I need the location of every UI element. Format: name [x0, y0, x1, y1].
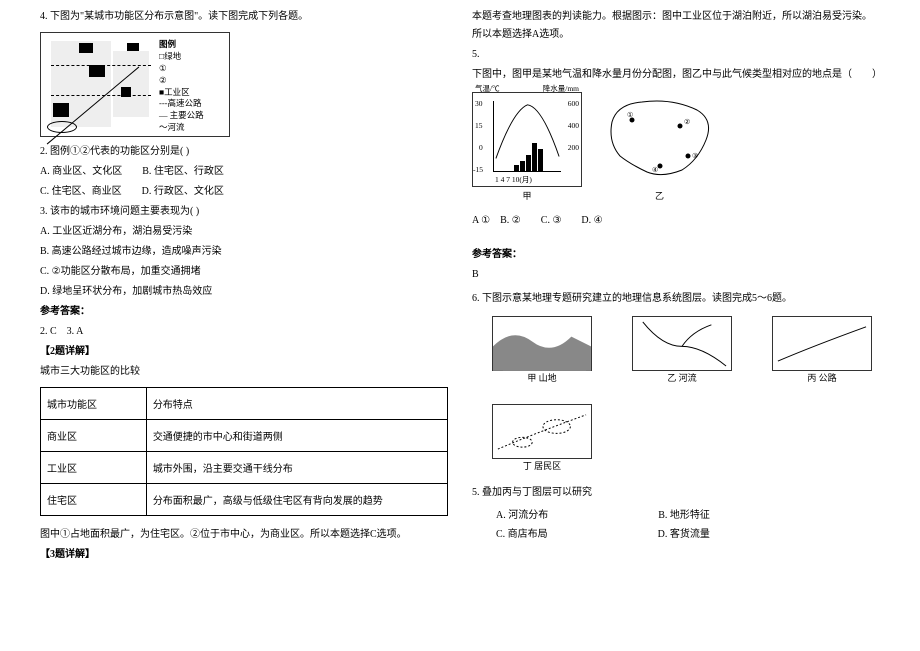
th-feature: 分布特点 [146, 388, 447, 420]
q5-options: A ① B. ② C. ③ D. ④ [472, 212, 880, 230]
q5-stem: 下图中，图甲是某地气温和降水量月份分配图，图乙中与此气候类型相对应的地点是（ ） [472, 66, 880, 84]
svg-text:①: ① [627, 111, 633, 119]
svg-text:②: ② [684, 118, 690, 126]
axis-temp: 气温/℃ [475, 83, 500, 94]
svg-text:④: ④ [652, 166, 658, 174]
legend-1: ① [159, 63, 223, 75]
legend-gsgl: ---高速公路 [159, 98, 223, 110]
q3-opt-a: A. 工业区近湖分布，湖泊易受污染 [40, 223, 448, 241]
exp3-title: 【3题详解】 [40, 546, 448, 564]
functional-zone-table: 城市功能区 分布特点 商业区 交通便捷的市中心和街道两侧 工业区 城市外围，沿主… [40, 387, 448, 516]
answer-5: B [472, 266, 880, 284]
svg-text:③: ③ [692, 152, 698, 160]
legend-gyq: ■工业区 [159, 87, 223, 99]
opt-d: D. 客货流量 [658, 525, 710, 540]
q3-opt-c: C. ②功能区分散布局，加重交通拥堵 [40, 263, 448, 281]
r2c2: 城市外围，沿主要交通干线分布 [146, 452, 447, 484]
answer-title-5: 参考答案： [472, 246, 880, 264]
exp2-intro: 城市三大功能区的比较 [40, 363, 448, 381]
months: 1 4 7 10(月) [495, 174, 532, 185]
legend-lvdi: □绿地 [159, 51, 223, 63]
answer-title: 参考答案： [40, 303, 448, 321]
china-map-yi: ① ② ③ ④ [602, 92, 717, 187]
r3c1: 住宅区 [41, 484, 147, 516]
r1c1: 商业区 [41, 420, 147, 452]
r600: 600 [568, 99, 579, 108]
r3c2: 分布面积最广，高级与低级住宅区有背向发展的趋势 [146, 484, 447, 516]
q5-num: 5. [472, 46, 880, 64]
legend: 图例 □绿地 ① ② ■工业区 ---高速公路 — 主要公路 ～河流 [157, 37, 225, 136]
layer-ding: 丁 居民区 [492, 404, 592, 472]
r1c2: 交通便捷的市中心和街道两侧 [146, 420, 447, 452]
layer-bing-label: 丙 公路 [807, 371, 836, 384]
climate-chart-jia: 气温/℃ 降水量/mm 30 15 0 -15 600 400 200 [472, 92, 582, 187]
temp-line [494, 101, 561, 168]
r200: 200 [568, 143, 579, 152]
legend-zygl: — 主要公路 [159, 110, 223, 122]
opt-c: C. 商店布局 [496, 525, 548, 540]
map-area [43, 35, 157, 134]
q2-stem: 2. 图例①②代表的功能区分别是( ) [40, 143, 448, 161]
r2c1: 工业区 [41, 452, 147, 484]
q2-opt-cd: C. 住宅区、商业区 D. 行政区、文化区 [40, 183, 448, 201]
layer-ding-label: 丁 居民区 [523, 459, 561, 472]
axis-rain: 降水量/mm [543, 83, 579, 94]
layer-jia-label: 甲 山地 [527, 371, 556, 384]
q3-opt-b: B. 高速公路经过城市边缘，造成噪声污染 [40, 243, 448, 261]
q6-stem: 6. 下图示意某地理专题研究建立的地理信息系统图层。读图完成5～6题。 [472, 290, 880, 308]
q3-opt-d: D. 绿地呈环状分布，加剧城市热岛效应 [40, 283, 448, 301]
th-zone: 城市功能区 [41, 388, 147, 420]
opt-b: B. 地形特征 [658, 506, 710, 521]
opt-a: A. 河流分布 [496, 506, 548, 521]
layer-jia: 甲 山地 [492, 316, 592, 384]
answer-23: 2. C 3. A [40, 323, 448, 341]
gis-layers: 甲 山地 乙 河流 丙 公路 丁 居民区 [492, 316, 880, 472]
caption-jia: 甲 [472, 189, 582, 202]
q2-opt-ab: A. 商业区、文化区 B. 住宅区、行政区 [40, 163, 448, 181]
q3-stem: 3. 该市的城市环境问题主要表现为( ) [40, 203, 448, 221]
layer-bing: 丙 公路 [772, 316, 872, 384]
t30: 30 [475, 99, 483, 108]
layer-yi-label: 乙 河流 [667, 371, 696, 384]
t0: 0 [479, 143, 483, 152]
layer-yi: 乙 河流 [632, 316, 732, 384]
exp2-title: 【2题详解】 [40, 343, 448, 361]
caption-yi: 乙 [602, 189, 717, 202]
q4-map-figure: 图例 □绿地 ① ② ■工业区 ---高速公路 — 主要公路 ～河流 [40, 32, 230, 137]
q6-sub: 5. 叠加丙与丁图层可以研究 [472, 484, 880, 502]
exp2-end: 图中①占地面积最广，为住宅区。②位于市中心，为商业区。所以本题选择C选项。 [40, 526, 448, 544]
q3-explanation: 本题考查地理图表的判读能力。根据图示：图中工业区位于湖泊附近，所以湖泊易受污染。… [472, 8, 880, 44]
r400: 400 [568, 121, 579, 130]
legend-title: 图例 [159, 39, 223, 51]
legend-hl: ～河流 [159, 122, 223, 134]
q4-intro: 4. 下图为"某城市功能区分布示意图"。读下图完成下列各题。 [40, 8, 448, 26]
climate-figure: 气温/℃ 降水量/mm 30 15 0 -15 600 400 200 [472, 92, 880, 202]
legend-2: ② [159, 75, 223, 87]
t15: 15 [475, 121, 483, 130]
tm15: -15 [473, 165, 483, 174]
